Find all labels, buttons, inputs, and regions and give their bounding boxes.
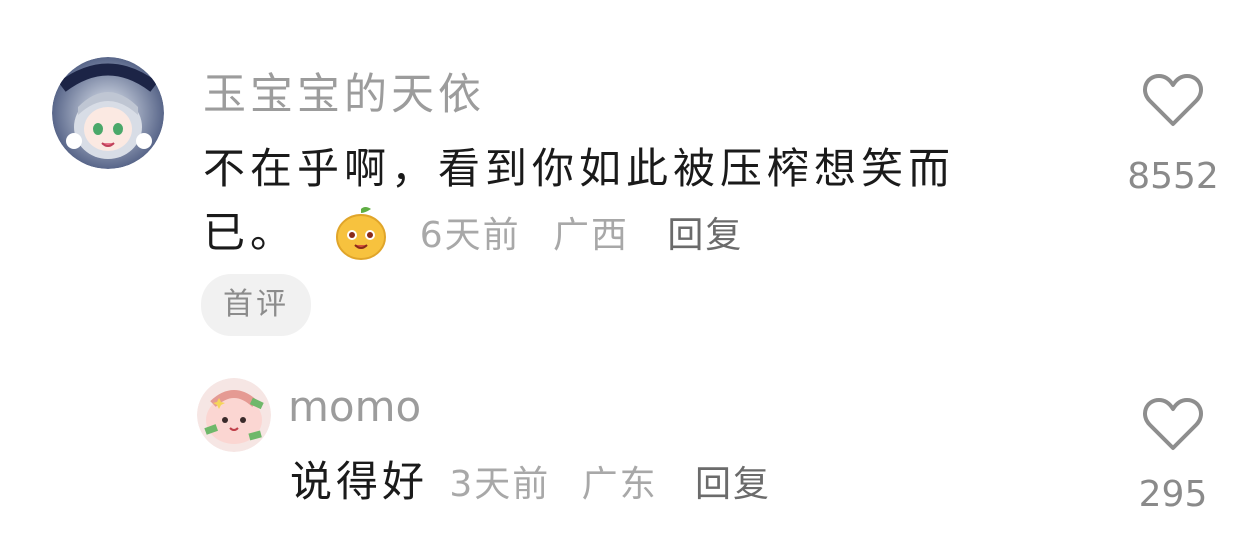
like-count: 8552 — [1127, 156, 1219, 197]
comment-time: 6天前 — [419, 215, 521, 256]
heart-icon — [1113, 72, 1233, 128]
user-avatar[interactable] — [197, 378, 271, 452]
username[interactable]: 玉宝宝的天依 — [203, 60, 485, 122]
comment-time: 3天前 — [449, 464, 551, 505]
first-comment-badge: 首评 — [201, 274, 311, 336]
like-button[interactable]: 295 — [1113, 396, 1233, 515]
reply-button[interactable]: 回复 — [695, 464, 771, 505]
username[interactable]: momo — [288, 382, 421, 431]
comment-text-container: 说得好 3天前 广东 回复 — [290, 450, 1050, 517]
comment-location: 广东 — [581, 464, 658, 505]
comment-location: 广西 — [553, 215, 630, 256]
user-avatar[interactable] — [52, 57, 164, 169]
reply-button[interactable]: 回复 — [667, 215, 743, 256]
reply-item: momo 说得好 3天前 广东 回复 295 — [0, 340, 1260, 549]
anime-girl-avatar-icon — [52, 57, 164, 169]
comment-text: 说得好 — [290, 457, 429, 506]
pink-cartoon-avatar-icon — [197, 378, 271, 452]
like-count: 295 — [1138, 474, 1208, 515]
heart-icon — [1113, 396, 1233, 452]
comment-text-container: 不在乎啊，看到你如此被压榨想笑而已。 6天前 广西 回复 — [203, 137, 1023, 279]
mango-emoji-icon — [335, 205, 387, 279]
like-button[interactable]: 8552 — [1113, 72, 1233, 197]
comment-item: 玉宝宝的天依 不在乎啊，看到你如此被压榨想笑而已。 6天前 广西 回复 首评 8… — [0, 0, 1260, 340]
